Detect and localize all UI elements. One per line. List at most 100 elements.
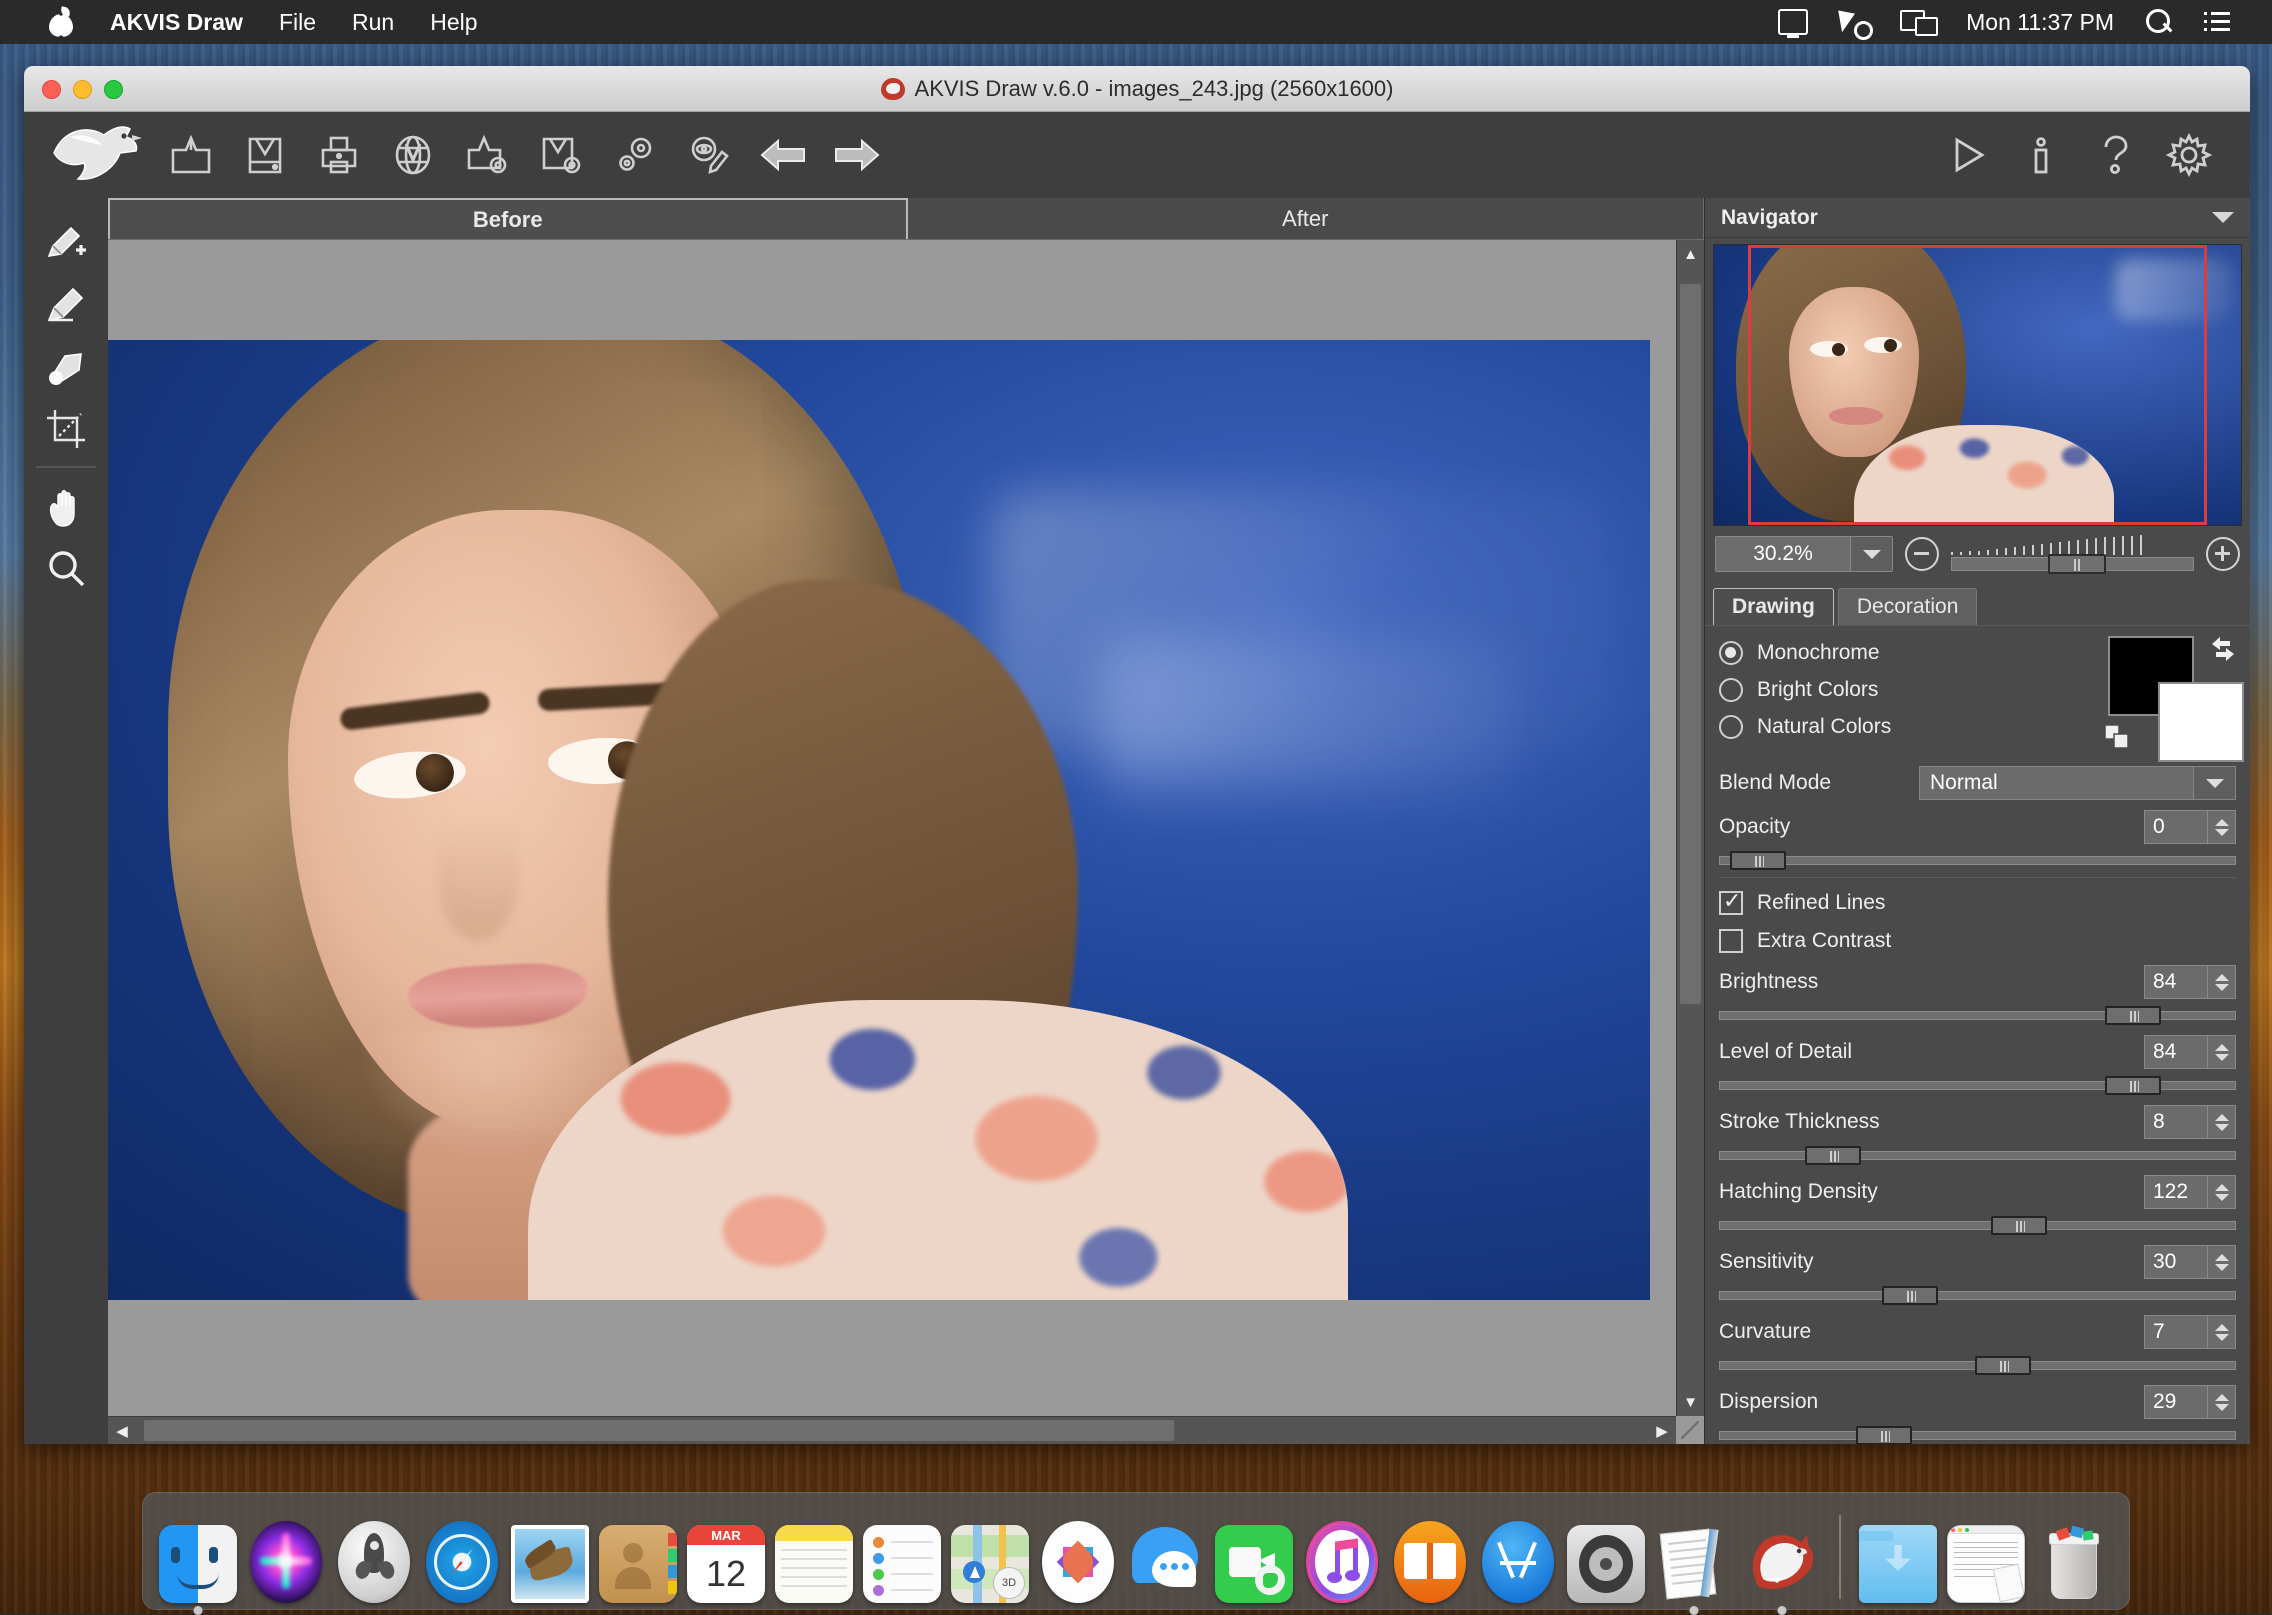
dock-downloads[interactable]: [1857, 1521, 1939, 1603]
menu-help[interactable]: Help: [412, 0, 495, 44]
swap-colors-icon[interactable]: [2208, 634, 2238, 664]
dock-calendar[interactable]: MAR 12: [685, 1521, 767, 1603]
import-presets-button[interactable]: [524, 120, 598, 190]
canvas-horizontal-scrollbar[interactable]: ◀ ▶: [108, 1416, 1676, 1444]
dock-siri[interactable]: [245, 1521, 327, 1603]
stroke-thickness-stepper[interactable]: 8: [2144, 1105, 2236, 1139]
radio-icon[interactable]: [1719, 678, 1743, 702]
open-image-button[interactable]: [154, 120, 228, 190]
resize-grip[interactable]: [1676, 1416, 1704, 1444]
tab-drawing[interactable]: Drawing: [1713, 588, 1834, 625]
dispersion-slider[interactable]: [1719, 1424, 2236, 1444]
navigator-thumbnail[interactable]: [1713, 244, 2242, 526]
menu-app-name[interactable]: AKVIS Draw: [92, 0, 261, 44]
dispersion-value[interactable]: 29: [2145, 1386, 2207, 1418]
level-of-detail-value[interactable]: 84: [2145, 1036, 2207, 1068]
image-canvas[interactable]: [108, 240, 1676, 1416]
display-mirroring-icon[interactable]: [1884, 0, 1950, 44]
horizontal-scroll-thumb[interactable]: [144, 1420, 1174, 1441]
batch-processing-button[interactable]: [672, 120, 746, 190]
dock-itunes[interactable]: [1301, 1521, 1383, 1603]
slider-thumb[interactable]: [2105, 1076, 2161, 1095]
slider-thumb[interactable]: [1991, 1216, 2047, 1235]
chevron-down-icon[interactable]: [1850, 537, 1892, 571]
stepper-arrows-icon[interactable]: [2207, 1316, 2235, 1348]
notification-center-icon[interactable]: [2188, 0, 2246, 44]
dock-system-preferences[interactable]: [1565, 1521, 1647, 1603]
siri-icon[interactable]: [1824, 0, 1884, 44]
menu-run[interactable]: Run: [334, 0, 412, 44]
dispersion-stepper[interactable]: 29: [2144, 1385, 2236, 1419]
dock-mail[interactable]: [509, 1521, 591, 1603]
dock-ibooks[interactable]: [1389, 1521, 1471, 1603]
chevron-down-icon[interactable]: [2212, 212, 2234, 223]
dock-facetime[interactable]: [1213, 1521, 1295, 1603]
brightness-slider[interactable]: [1719, 1004, 2236, 1026]
dock-messages[interactable]: [1125, 1521, 1207, 1603]
reset-colors-icon[interactable]: [2104, 724, 2132, 752]
dock-document[interactable]: [1945, 1521, 2027, 1603]
print-image-button[interactable]: [302, 120, 376, 190]
hatching-density-stepper[interactable]: 122: [2144, 1175, 2236, 1209]
refined-lines-row[interactable]: Refined Lines: [1719, 884, 2236, 922]
menubar-clock[interactable]: Mon 11:37 PM: [1950, 0, 2130, 44]
tool-zoom[interactable]: [34, 538, 98, 600]
about-button[interactable]: [2004, 120, 2078, 190]
slider-thumb[interactable]: [1975, 1356, 2031, 1375]
time-machine-icon[interactable]: [1762, 0, 1824, 44]
stroke-thickness-value[interactable]: 8: [2145, 1106, 2207, 1138]
canvas-vertical-scrollbar[interactable]: ▲ ▼: [1676, 240, 1704, 1416]
settings-button[interactable]: [2152, 120, 2226, 190]
minimize-button[interactable]: [73, 80, 92, 99]
stepper-arrows-icon[interactable]: [2207, 1176, 2235, 1208]
dock-finder[interactable]: [157, 1521, 239, 1603]
stepper-arrows-icon[interactable]: [2207, 1036, 2235, 1068]
sensitivity-slider[interactable]: [1719, 1284, 2236, 1306]
dock-akvis-draw[interactable]: [1741, 1521, 1823, 1603]
vertical-scroll-thumb[interactable]: [1680, 284, 1701, 1004]
help-button[interactable]: [2078, 120, 2152, 190]
stepper-arrows-icon[interactable]: [2207, 1386, 2235, 1418]
export-presets-button[interactable]: [450, 120, 524, 190]
curvature-stepper[interactable]: 7: [2144, 1315, 2236, 1349]
navigator-viewport-frame[interactable]: [1748, 245, 2207, 525]
hatching-density-value[interactable]: 122: [2145, 1176, 2207, 1208]
curvature-value[interactable]: 7: [2145, 1316, 2207, 1348]
slider-thumb[interactable]: [1805, 1146, 1861, 1165]
checkbox-icon[interactable]: [1719, 891, 1743, 915]
dock-launchpad[interactable]: [333, 1521, 415, 1603]
brightness-stepper[interactable]: 84: [2144, 965, 2236, 999]
opacity-slider[interactable]: [1719, 849, 2236, 871]
background-color-swatch[interactable]: [2158, 682, 2244, 762]
dock-appstore[interactable]: [1477, 1521, 1559, 1603]
tab-before[interactable]: Before: [108, 198, 908, 239]
sensitivity-stepper[interactable]: 30: [2144, 1245, 2236, 1279]
tab-after[interactable]: After: [908, 198, 1705, 239]
chevron-down-icon[interactable]: [2193, 767, 2235, 799]
close-button[interactable]: [42, 80, 61, 99]
search-icon[interactable]: [2130, 0, 2188, 44]
stepper-arrows-icon[interactable]: [2207, 811, 2235, 843]
stepper-arrows-icon[interactable]: [2207, 1106, 2235, 1138]
dock-maps[interactable]: 3D: [949, 1521, 1031, 1603]
radio-icon[interactable]: [1719, 641, 1743, 665]
brightness-value[interactable]: 84: [2145, 966, 2207, 998]
level-of-detail-stepper[interactable]: 84: [2144, 1035, 2236, 1069]
save-image-button[interactable]: [228, 120, 302, 190]
dock-safari[interactable]: [421, 1521, 503, 1603]
hatching-density-slider[interactable]: [1719, 1214, 2236, 1236]
zoom-button[interactable]: [104, 80, 123, 99]
stepper-arrows-icon[interactable]: [2207, 966, 2235, 998]
opacity-value[interactable]: 0: [2145, 811, 2207, 843]
minus-circle-icon[interactable]: [1905, 537, 1939, 571]
dock-photos[interactable]: [1037, 1521, 1119, 1603]
stepper-arrows-icon[interactable]: [2207, 1246, 2235, 1278]
tool-hand[interactable]: [34, 476, 98, 538]
dock-trash[interactable]: [2033, 1521, 2115, 1603]
dock-contacts[interactable]: [597, 1521, 679, 1603]
checkbox-icon[interactable]: [1719, 929, 1743, 953]
blend-mode-select[interactable]: Normal: [1919, 766, 2236, 800]
zoom-level-select[interactable]: 30.2%: [1715, 536, 1893, 572]
redo-button[interactable]: [820, 120, 894, 190]
extra-contrast-row[interactable]: Extra Contrast: [1719, 922, 2236, 960]
